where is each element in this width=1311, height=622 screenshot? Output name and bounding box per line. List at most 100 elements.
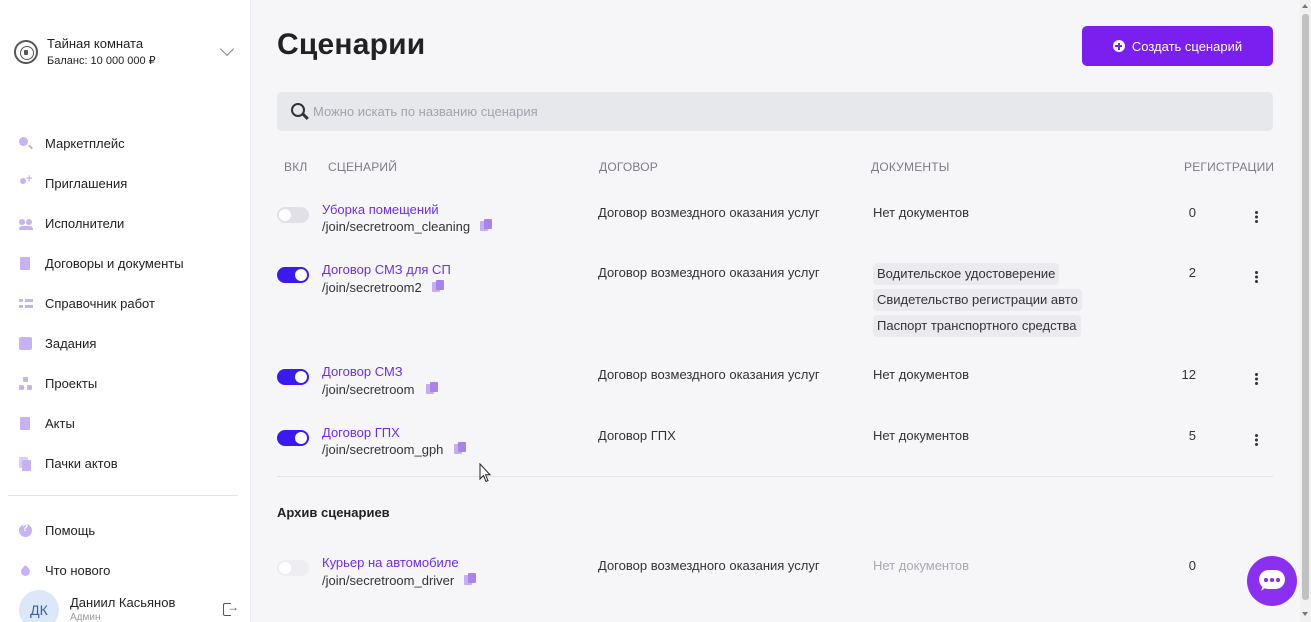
square-icon [19,336,32,350]
toggle-knob [279,209,291,221]
nav-label: Помощь [45,522,96,538]
nav-item-act-packs[interactable]: Пачки актов [0,443,251,483]
column-header-documents: ДОКУМЕНТЫ [871,160,950,174]
user-profile[interactable]: ДК Даниил Касьянов Админ [19,590,244,622]
org-name: Тайная комната [47,36,144,51]
more-vertical-icon[interactable] [1254,271,1258,283]
chevron-down-icon[interactable] [219,41,235,57]
mouse-cursor-icon [479,463,491,483]
toggle-knob [279,562,291,574]
scenario-toggle[interactable] [277,430,309,446]
nav-item-invites[interactable]: Приглашения [0,163,251,203]
copy-icon[interactable] [432,280,446,294]
scenario-name-link[interactable]: Курьер на автомобиле [322,555,459,570]
scenario-contract: Договор возмездного оказания услуг [598,367,820,382]
scenario-join-link: /join/secretroom2 [322,280,422,295]
nav-label: Приглашения [45,175,128,191]
toggle-knob [295,269,307,281]
nav-label: Что нового [45,562,111,578]
scenario-name-link[interactable]: Договор СМЗ для СП [322,262,451,277]
org-switcher[interactable]: Тайная комната Баланс: 10 000 000 ₽ [14,32,236,72]
scenario-no-documents: Нет документов [873,558,970,573]
toggle-knob [295,371,307,383]
scenario-toggle[interactable] [277,267,309,283]
document-badge: Водительское удостоверение [873,263,1060,285]
user-role: Админ [70,612,101,622]
chat-button[interactable] [1247,556,1297,606]
scroll-up-arrow-icon[interactable] [1302,4,1308,8]
drop-icon [19,564,32,577]
copy-icon[interactable] [426,382,440,396]
secondary-nav: Помощь Что нового [0,510,251,590]
scenario-registrations: 0 [1188,558,1196,573]
page-title: Сценарии [277,28,426,61]
nav-label: Акты [45,415,75,431]
scenario-no-documents: Нет документов [873,367,970,382]
scenario-toggle[interactable] [277,369,309,385]
section-divider [277,476,1273,477]
scenario-name-link[interactable]: Уборка помещений [322,202,439,217]
nav-item-projects[interactable]: Проекты [0,363,251,403]
scenario-join-link: /join/secretroom_cleaning [322,219,471,234]
chat-bubble-icon [1259,570,1285,589]
document-badge: Паспорт транспортного средства [873,315,1081,337]
scenario-toggle[interactable] [277,207,309,223]
users-icon [19,217,33,230]
search-icon [291,102,309,121]
nav-item-executors[interactable]: Исполнители [0,203,251,243]
user-name: Даниил Касьянов [70,595,176,610]
scenario-name-link[interactable]: Договор СМЗ [322,364,403,379]
scenario-toggle-disabled[interactable] [277,560,309,576]
nav-item-acts[interactable]: Акты [0,403,251,443]
toggle-knob [295,432,307,444]
nav-item-whats-new[interactable]: Что нового [0,550,251,590]
column-header-enabled: ВКЛ [284,160,308,174]
org-balance: Баланс: 10 000 000 ₽ [47,55,156,67]
search-bar [277,92,1273,131]
logout-icon[interactable] [223,600,239,616]
column-header-scenario: СЦЕНАРИЙ [328,160,398,174]
column-header-contract: ДОГОВОР [599,160,658,174]
nav-item-works[interactable]: Справочник работ [0,283,251,323]
scenario-contract: Договор возмездного оказания услуг [598,558,820,573]
search-input[interactable] [313,104,1213,119]
sidebar: Тайная комната Баланс: 10 000 000 ₽ Марк… [0,0,251,622]
scroll-down-arrow-icon[interactable] [1302,612,1308,616]
copy-icon[interactable] [464,573,478,587]
column-header-registrations: РЕГИСТРАЦИИ [1184,160,1275,174]
create-scenario-label: Создать сценарий [1131,38,1243,54]
nav-label: Договоры и документы [45,255,184,271]
nav-label: Пачки актов [45,455,118,471]
scroll-thumb[interactable] [1302,14,1309,600]
lock-logo-icon [14,40,38,64]
nav-label: Исполнители [45,215,125,231]
scenario-name-link[interactable]: Договор ГПХ [322,425,400,440]
more-vertical-icon[interactable] [1254,211,1258,223]
create-scenario-button[interactable]: Создать сценарий [1082,26,1273,66]
document-icon [20,256,30,270]
nav-item-marketplace[interactable]: Маркетплейс [0,123,251,163]
nav-label: Проекты [45,375,98,391]
scenario-no-documents: Нет документов [873,428,970,443]
scrollbar[interactable] [1300,0,1311,622]
archive-section-title: Архив сценариев [277,505,390,520]
scenario-join-link: /join/secretroom [322,382,415,397]
scenario-registrations: 12 [1181,367,1196,382]
more-vertical-icon[interactable] [1254,373,1258,385]
scenario-contract: Договор возмездного оказания услуг [598,265,820,280]
scenario-join-link: /join/secretroom_driver [322,573,455,588]
nav-label: Задания [45,335,97,351]
copy-icon[interactable] [454,442,468,456]
help-icon [19,523,32,537]
more-vertical-icon[interactable] [1254,434,1258,446]
documents-icon [19,456,32,471]
nav-item-contracts[interactable]: Договоры и документы [0,243,251,283]
sidebar-divider [8,495,238,496]
document-badge: Свидетельство регистрации авто [873,289,1082,311]
tree-icon [19,376,32,390]
avatar: ДК [19,590,59,622]
copy-icon[interactable] [480,219,494,233]
nav-item-help[interactable]: Помощь [0,510,251,550]
document-icon [20,416,30,430]
nav-item-tasks[interactable]: Задания [0,323,251,363]
